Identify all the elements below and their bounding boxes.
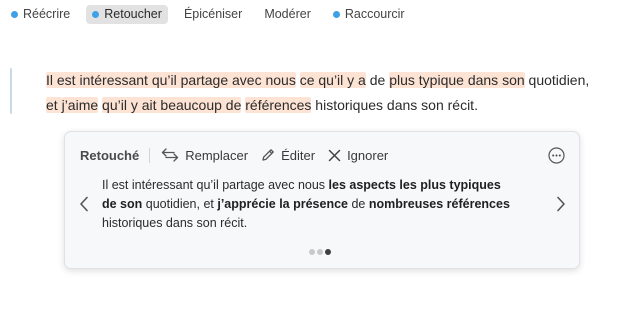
pager-dot[interactable]: [309, 249, 315, 255]
pager-dot[interactable]: [325, 249, 331, 255]
changed-phrase: de son: [102, 197, 143, 211]
suggestion-title: Retouché: [80, 147, 140, 163]
tab-label: Modérer: [264, 7, 311, 21]
suggestion-pager: [309, 249, 331, 255]
highlighted-phrase[interactable]: références: [245, 97, 312, 113]
editor-paragraph[interactable]: Il est intéressant qu’il partage avec no…: [46, 68, 606, 118]
changed-phrase: j’apprécie la présence: [217, 197, 348, 211]
highlighted-phrase[interactable]: plus typique dans son: [389, 72, 525, 88]
tab-label: Raccourcir: [344, 7, 405, 21]
suggestion-line: de son quotidien, et j’apprécie la prése…: [102, 195, 542, 214]
status-dot-icon: [11, 10, 18, 18]
chevron-right-icon: [556, 196, 566, 212]
replace-label: Remplacer: [185, 147, 249, 163]
ignore-button[interactable]: Ignorer: [328, 148, 388, 163]
suggestion-line: historiques dans son récit.: [102, 214, 542, 233]
paragraph-line: Il est intéressant qu’il partage avec no…: [46, 68, 606, 93]
highlighted-phrase[interactable]: j’aime: [61, 97, 99, 113]
text-segment: historiques dans son récit.: [102, 216, 248, 230]
highlighted-phrase[interactable]: Il est intéressant qu’il partage avec no…: [46, 72, 296, 88]
ignore-label: Ignorer: [347, 147, 389, 163]
suggestion-text: Il est intéressant qu’il partage avec no…: [102, 176, 542, 233]
tab-reecrire[interactable]: Réécrire: [5, 5, 76, 24]
pencil-icon: [261, 148, 275, 162]
tab-label: Épicéniser: [183, 7, 243, 21]
text-segment: quotidien,: [524, 72, 590, 88]
tab-moderer[interactable]: Modérer: [258, 5, 317, 24]
status-dot-icon: [332, 10, 340, 18]
text-segment: historiques dans son récit.: [311, 97, 478, 113]
text-segment: de: [365, 72, 390, 88]
next-suggestion-button[interactable]: [556, 196, 566, 212]
more-options-icon: [548, 146, 565, 164]
tab-label: Retoucher: [104, 7, 162, 21]
header-divider: [149, 147, 151, 163]
edit-label: Éditer: [281, 147, 316, 163]
pager-dot[interactable]: [317, 249, 323, 255]
tab-epiceniser[interactable]: Épicéniser: [178, 5, 248, 24]
tab-retoucher[interactable]: Retoucher: [86, 4, 168, 24]
chevron-left-icon: [79, 196, 89, 212]
swap-arrows-icon: [161, 148, 179, 162]
changed-phrase: les aspects les plus typiques: [328, 178, 501, 192]
suggestion-line: Il est intéressant qu’il partage avec no…: [102, 176, 542, 195]
tab-label: Réécrire: [23, 7, 71, 21]
rewrite-toolbar: Réécrire Retoucher Épicéniser Modérer Ra…: [0, 0, 627, 28]
close-x-icon: [328, 149, 341, 162]
text-segment: quotidien, et: [142, 197, 218, 211]
replace-button[interactable]: Remplacer: [161, 148, 248, 163]
suggestion-popover: Retouché Remplacer Éditer Ignorer Il est…: [64, 131, 580, 269]
text-segment: Il est intéressant qu’il partage avec no…: [102, 178, 329, 192]
previous-suggestion-button[interactable]: [79, 196, 89, 212]
edit-button[interactable]: Éditer: [261, 148, 315, 163]
paragraph-line: et j’aime qu’il y ait beaucoup de référe…: [46, 93, 606, 118]
highlighted-phrase[interactable]: qu’il y ait beaucoup de: [102, 97, 242, 113]
text-segment: de: [348, 197, 369, 211]
tab-raccourcir[interactable]: Raccourcir: [327, 5, 411, 24]
status-dot-icon: [92, 10, 100, 18]
changed-phrase: nombreuses références: [368, 197, 510, 211]
more-options-button[interactable]: [548, 146, 565, 164]
highlighted-phrase[interactable]: et: [46, 97, 62, 113]
paragraph-quote-bar: [10, 68, 12, 114]
highlighted-phrase[interactable]: ce qu’il y a: [299, 72, 366, 88]
suggestion-header: Retouché Remplacer Éditer Ignorer: [80, 146, 565, 164]
